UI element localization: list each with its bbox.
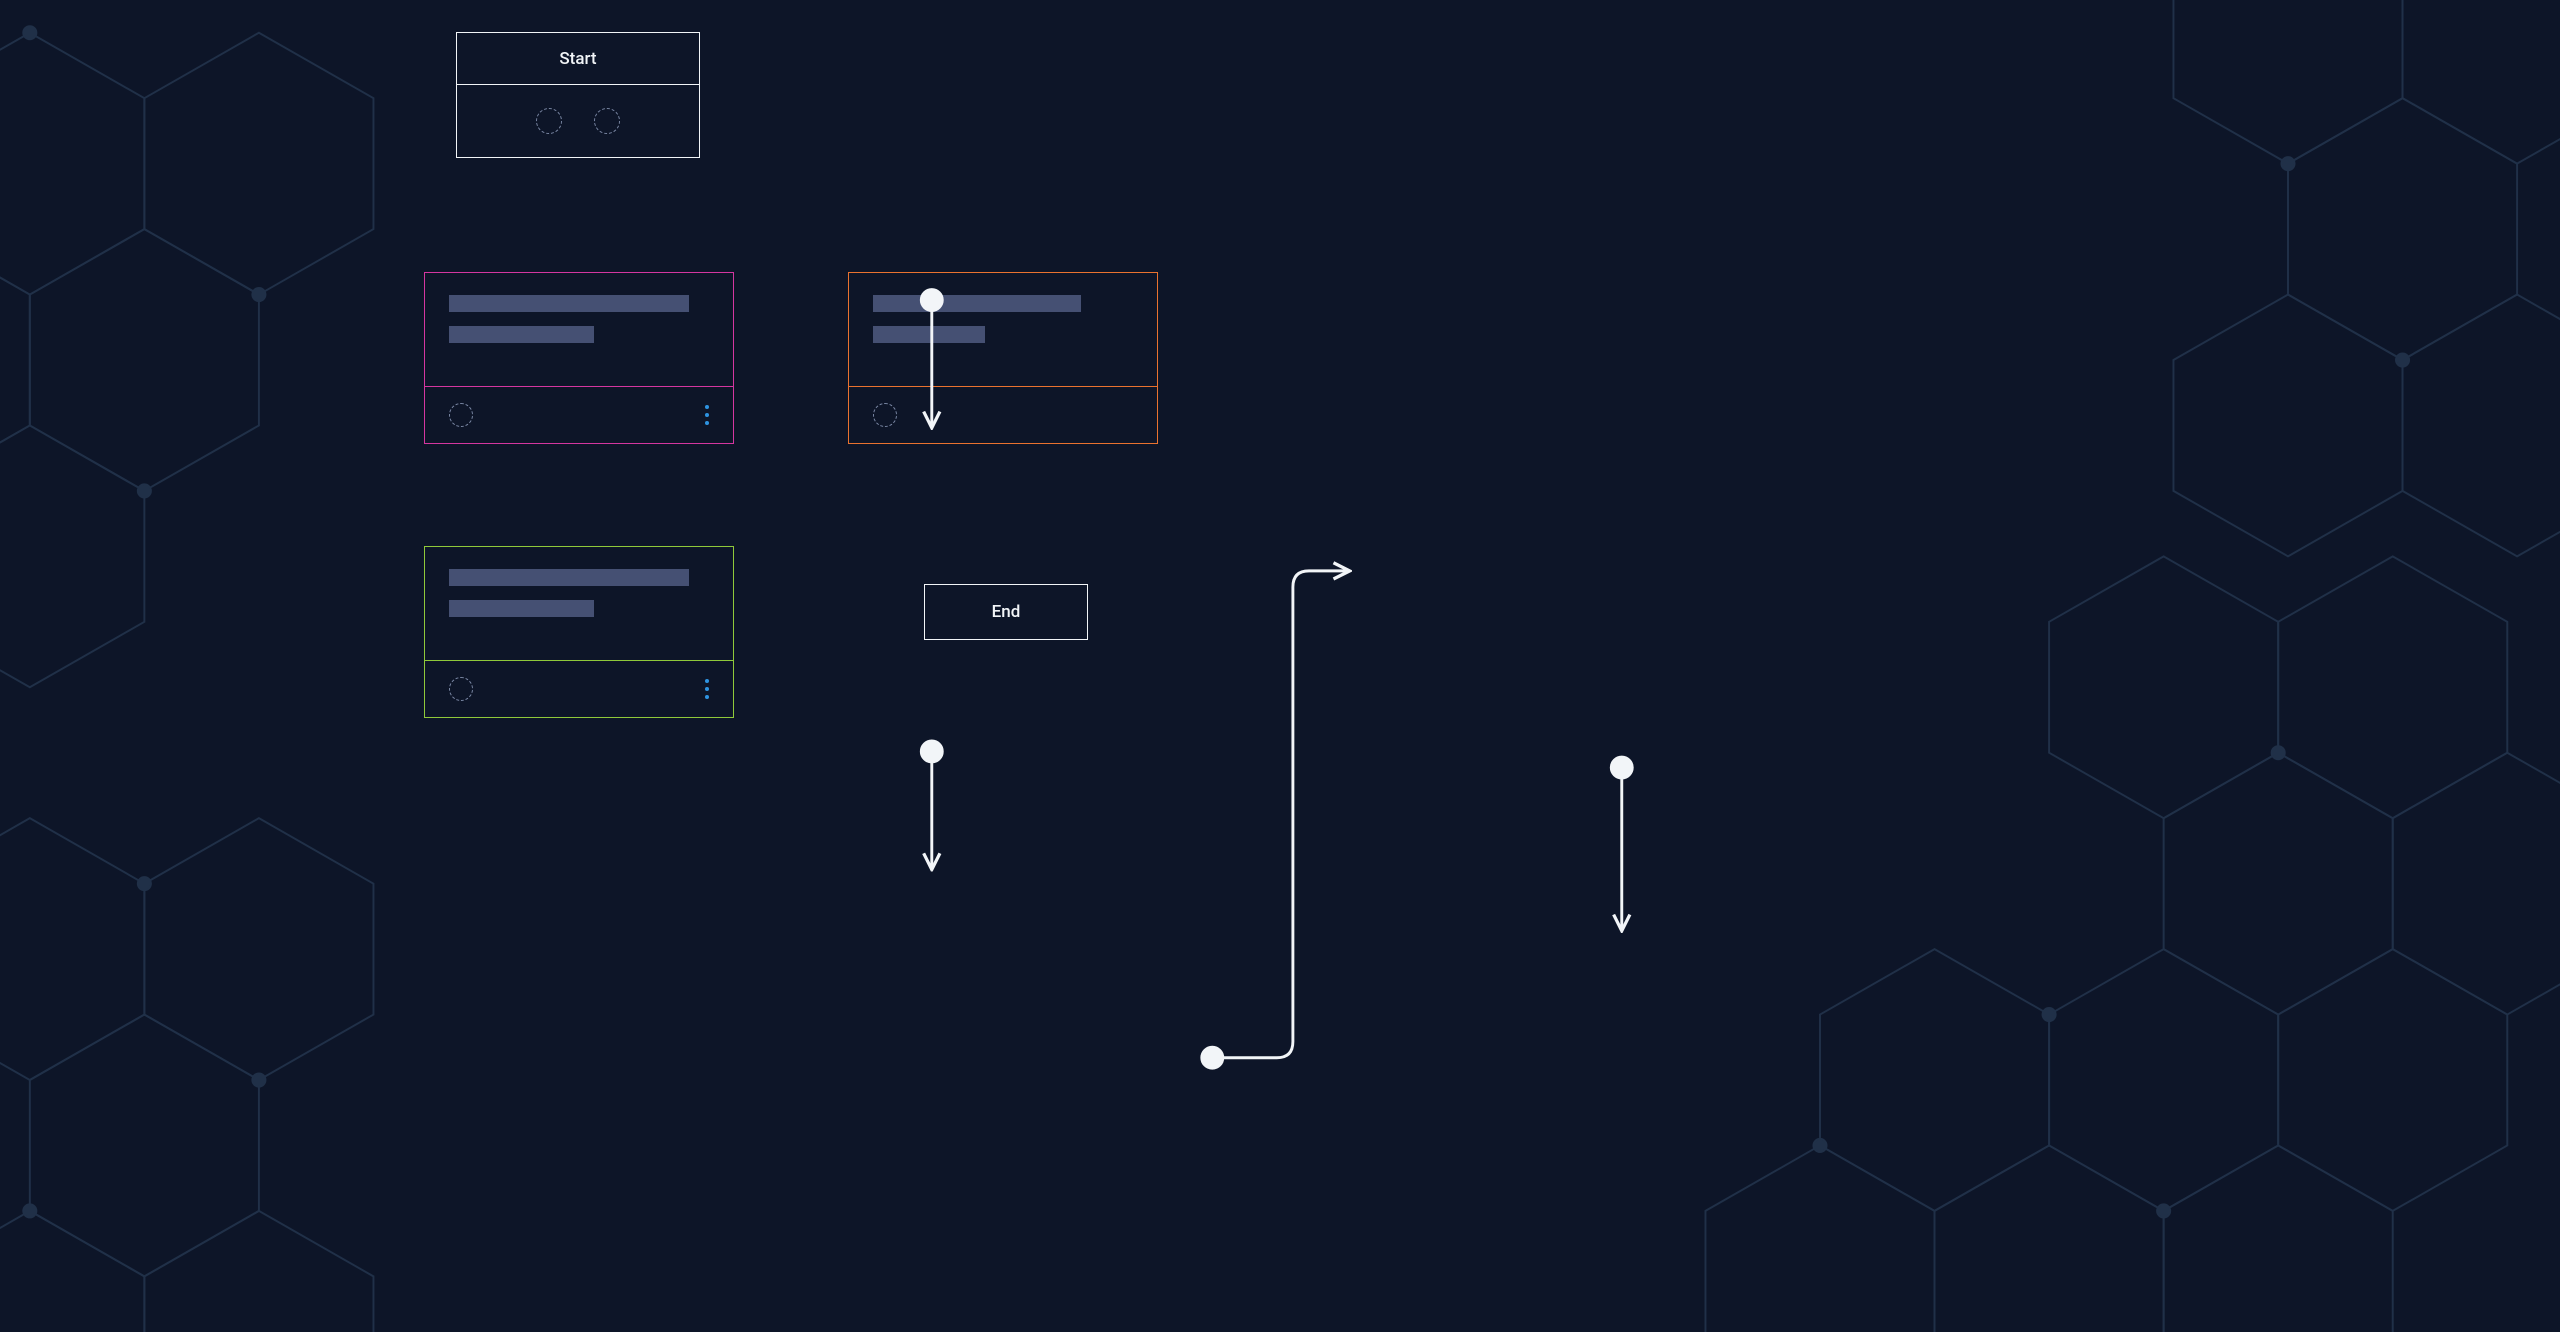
text-placeholder [873, 295, 1081, 312]
task-body [425, 547, 733, 661]
more-icon[interactable] [705, 679, 709, 699]
task-node-3[interactable] [848, 272, 1158, 444]
arrow-layer [0, 0, 2560, 1332]
start-node[interactable]: Start [456, 32, 700, 158]
hex-background [0, 0, 2560, 1332]
more-icon[interactable] [705, 405, 709, 425]
task-body [849, 273, 1157, 387]
port-icon [594, 108, 620, 134]
task-footer [425, 661, 733, 717]
task-node-2[interactable] [424, 546, 734, 718]
task-node-1[interactable] [424, 272, 734, 444]
task-footer [425, 387, 733, 443]
text-placeholder [449, 600, 594, 617]
start-body [457, 85, 699, 157]
text-placeholder [873, 326, 985, 343]
port-icon [873, 403, 897, 427]
port-icon [449, 677, 473, 701]
text-placeholder [449, 295, 689, 312]
task-body [425, 273, 733, 387]
text-placeholder [449, 569, 689, 586]
end-label: End [992, 602, 1021, 622]
task-footer [849, 387, 1157, 443]
start-label: Start [457, 33, 699, 85]
port-icon [449, 403, 473, 427]
end-node[interactable]: End [924, 584, 1088, 640]
text-placeholder [449, 326, 594, 343]
port-icon [536, 108, 562, 134]
diagram-canvas: Start [0, 0, 2560, 1332]
